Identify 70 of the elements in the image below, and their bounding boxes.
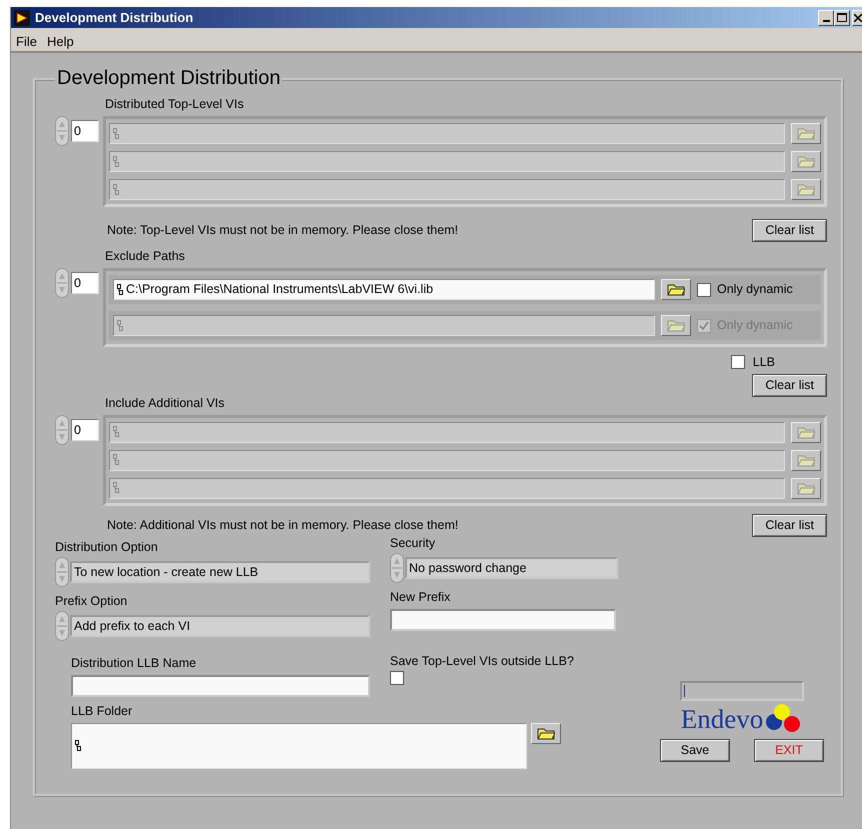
text-field[interactable] [390,608,616,631]
path-icon [113,482,119,494]
checkbox[interactable] [730,355,745,370]
path-icon [113,426,119,438]
checkbox[interactable] [390,670,404,685]
dropdown-field[interactable]: To new location - create new LLB [70,560,370,583]
field-label: Distribution LLB Name [71,654,198,671]
menu-item[interactable]: Help [42,32,79,52]
browse-button[interactable] [791,123,821,144]
close-button[interactable] [852,10,862,26]
field-label: LLB Folder [71,702,134,719]
index-field[interactable]: 0 [71,418,99,441]
browse-button[interactable] [791,450,821,471]
browse-button[interactable] [791,422,821,443]
clear-list-button[interactable]: Clear list [752,374,827,397]
field-label: Prefix Option [55,592,128,609]
text-field[interactable] [71,674,370,697]
path-icon [75,740,81,752]
index-field[interactable]: 0 [71,272,99,294]
menu-item[interactable]: File [11,32,42,52]
field-label: Security [390,534,436,551]
folder-icon [667,319,685,332]
folder-icon [797,127,815,140]
folder-icon [537,726,555,740]
browse-button[interactable] [661,279,691,300]
folder-icon [797,426,815,439]
section-label: Distributed Top-Level VIs [105,96,245,112]
field-label: Save Top-Level VIs outside LLB? [390,652,575,669]
dropdown-field[interactable]: No password change [405,556,618,579]
minimize-button[interactable] [818,10,834,26]
folder-icon [797,454,815,467]
path-field[interactable]: C:\Program Files\National Instruments\LabVIEW 6\vi.lib [113,279,655,300]
note-text: Note: Additional VIs must not be in memory. Please close them! [107,516,458,534]
browse-button[interactable] [791,478,821,499]
note-text: Note: Top-Level VIs must not be in memory. Please close them! [107,222,458,240]
browse-button[interactable] [791,179,821,200]
logo-text: Endevo [680,704,764,734]
checkbox-label: LLB [752,354,775,371]
browse-button[interactable] [791,151,821,172]
maximize-button[interactable] [834,10,850,26]
path-icon [117,284,123,296]
maximize-icon [837,13,847,22]
app-icon [14,10,30,26]
dropdown-field[interactable]: Add prefix to each VI [70,614,370,637]
path-icon [113,128,119,140]
section-label: Exclude Paths [105,248,186,264]
path-icon [113,454,119,466]
folder-icon [797,482,815,495]
checkbox[interactable] [697,282,711,296]
section-label: Include Additional VIs [105,394,226,411]
minimize-icon [822,20,830,22]
index-field[interactable]: 0 [71,120,99,142]
path-text: C:\Program Files\National Instruments\LabVIEW 6\vi.lib [126,281,434,298]
path-icon [113,156,119,168]
field-label: New Prefix [390,588,452,605]
checkbox-label: Only dynamic [717,281,794,298]
path-field[interactable] [71,722,527,769]
clear-list-button[interactable]: Clear list [752,514,827,537]
browse-button[interactable] [661,315,691,336]
folder-icon [667,283,685,296]
path-icon [113,184,119,196]
window-title: Development Distribution [35,8,194,27]
folder-icon [797,155,815,168]
browse-button[interactable] [531,722,561,744]
save-button[interactable]: Save [660,738,730,762]
field-label: Distribution Option [55,538,159,555]
path-icon [117,320,123,332]
clear-list-button[interactable]: Clear list [752,219,827,242]
close-icon [854,14,862,22]
folder-icon [797,183,815,196]
